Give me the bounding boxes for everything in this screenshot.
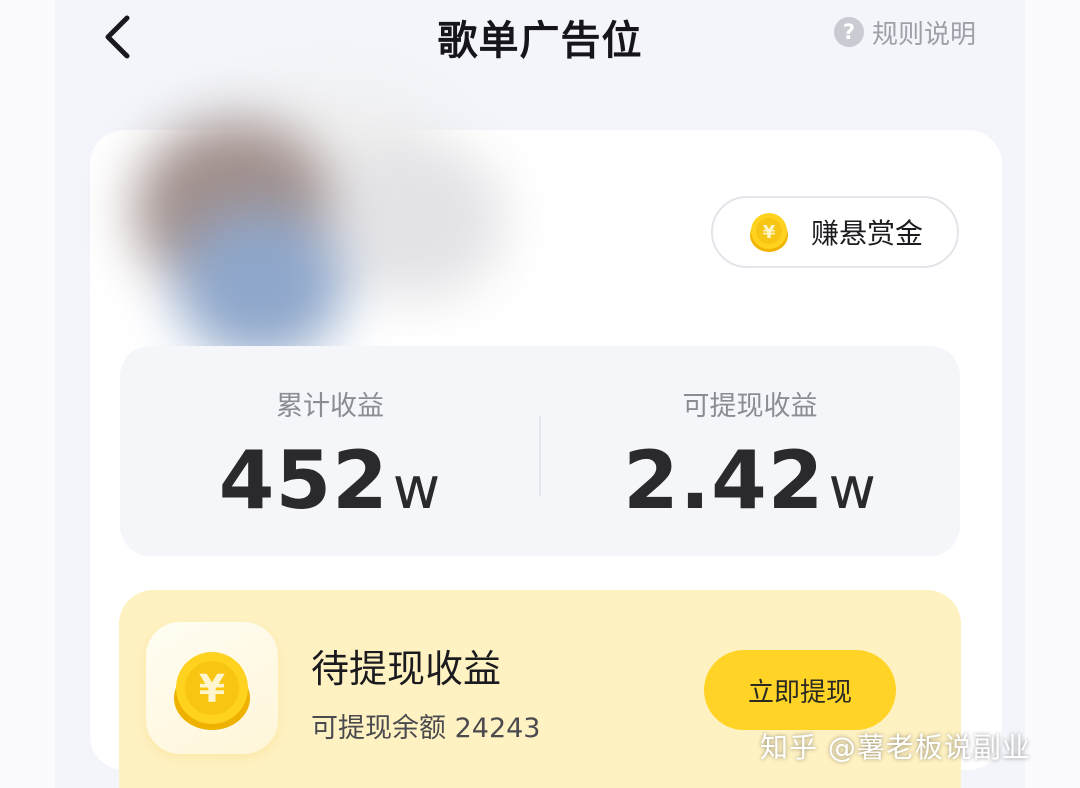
stat-value: 2.42w: [540, 434, 960, 527]
stat-number: 2.42: [623, 434, 825, 527]
withdraw-now-button[interactable]: 立即提现: [704, 650, 896, 730]
earn-bounty-button[interactable]: ¥ 赚悬赏金: [711, 196, 959, 268]
stat-unit: w: [828, 454, 877, 522]
earn-bounty-label: 赚悬赏金: [811, 217, 924, 250]
stat-label: 累计收益: [276, 391, 384, 422]
withdrawable-balance: 可提现余额 24243: [311, 713, 541, 744]
help-icon: ?: [834, 17, 864, 47]
svg-text:¥: ¥: [199, 667, 225, 711]
svg-text:¥: ¥: [763, 222, 776, 243]
stat-unit: w: [392, 454, 442, 522]
stats-panel: 累计收益 452w 可提现收益 2.42w: [120, 346, 960, 556]
stat-withdrawable-earnings: 可提现收益 2.42w: [540, 346, 960, 556]
watermark: 知乎 @薯老板说副业: [760, 731, 1031, 764]
rules-label: 规则说明: [872, 19, 977, 50]
page-edge-right: [1025, 0, 1080, 788]
stat-value: 452w: [120, 434, 540, 527]
yuan-coin-icon: ¥: [174, 652, 250, 730]
stat-label: 可提现收益: [682, 391, 818, 422]
coin-icon: ¥: [750, 213, 788, 252]
stat-number: 452: [218, 434, 389, 527]
page-edge-left: [0, 0, 55, 788]
rules-link[interactable]: ? 规则说明: [834, 12, 976, 52]
stat-total-earnings: 累计收益 452w: [120, 346, 540, 556]
coin-tile: ¥: [146, 622, 278, 754]
pending-withdraw-title: 待提现收益: [311, 647, 502, 691]
